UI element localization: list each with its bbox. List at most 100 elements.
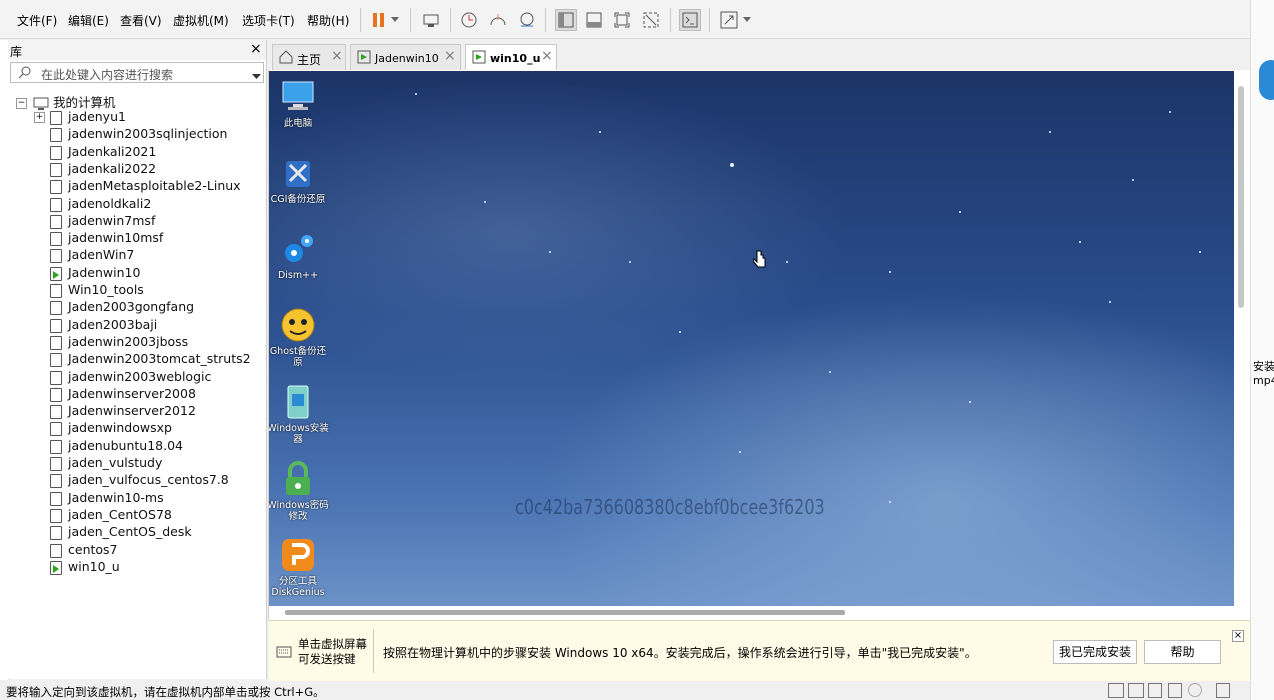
vm-icon <box>50 474 62 489</box>
vm-icon <box>50 162 62 177</box>
tree-item-label: jadenMetasploitable2-Linux <box>68 178 241 194</box>
tab-jadenwin10[interactable]: Jadenwin10 × <box>350 44 461 70</box>
manager-icon <box>520 12 534 27</box>
fullscreen-button[interactable] <box>611 9 633 31</box>
background-window-edge: 安装 mp4 <box>1250 0 1274 700</box>
vm-running-icon <box>357 50 371 67</box>
vm-icon <box>50 128 62 143</box>
status-bar: 要将输入定向到该虚拟机，请在虚拟机内部单击或按 Ctrl+G。 <box>0 681 1250 700</box>
menu-help[interactable]: 帮助(H) <box>307 12 349 29</box>
vm-icon <box>50 370 62 385</box>
revert-snapshot-button[interactable] <box>487 9 509 31</box>
vm-icon <box>50 180 62 195</box>
close-icon[interactable]: × <box>331 48 343 64</box>
snapshot-manager-button[interactable] <box>516 9 538 31</box>
tree-item-label: jadenwin2003sqlinjection <box>68 126 228 142</box>
file-label: 安装 <box>1253 360 1274 373</box>
computer-icon <box>33 97 49 110</box>
expand-icon[interactable]: + <box>34 112 45 123</box>
vm-icon <box>50 249 62 264</box>
library-panel: 库 × 在此处键入内容进行搜索 − 我的计算机 + jadenyu1 jadenwi… <box>8 40 267 679</box>
send-ctrl-alt-del-button[interactable] <box>420 9 442 31</box>
home-icon <box>279 50 293 67</box>
menu-file[interactable]: 文件(F) <box>17 12 57 29</box>
desktop-icon-diskgenius[interactable]: 分区工具DiskGenius <box>269 537 329 598</box>
menu-view[interactable]: 查看(V) <box>120 12 162 29</box>
close-icon[interactable]: × <box>250 41 262 57</box>
thumbnail-icon <box>586 12 602 28</box>
tab-label: Jadenwin10 <box>375 52 439 65</box>
tree-item-label: JadenWin7 <box>68 247 135 263</box>
horizontal-scrollbar[interactable] <box>285 610 845 615</box>
vm-icon <box>50 405 62 420</box>
tree-item-label: Jaden2003baji <box>68 316 158 332</box>
desktop-icon-label: CGI备份还原 <box>270 194 326 205</box>
lock-icon <box>280 461 316 497</box>
desktop-icon-dism[interactable]: Dism++ <box>269 231 329 281</box>
tree-item-label: win10_u <box>68 558 120 574</box>
desktop-icon-password[interactable]: Windows密码修改 <box>269 461 329 522</box>
cd-icon[interactable] <box>1188 683 1202 697</box>
pause-button[interactable] <box>368 9 390 31</box>
close-icon[interactable]: × <box>541 48 553 64</box>
library-search-input[interactable]: 在此处键入内容进行搜索 <box>10 62 264 83</box>
menu-edit[interactable]: 编辑(E) <box>68 12 109 29</box>
unity-button[interactable] <box>640 9 662 31</box>
tree-item-label: jaden_vulstudy <box>68 455 163 470</box>
tab-home[interactable]: 主页 × <box>272 44 346 70</box>
vm-icon <box>50 197 62 212</box>
pause-icon <box>373 13 384 27</box>
tab-label: win10_u <box>490 52 541 65</box>
desktop-icon-label: Windows密码修改 <box>269 500 329 522</box>
console-view-button[interactable] <box>679 9 701 31</box>
vm-icon <box>50 335 62 350</box>
guest-desktop[interactable]: 此电脑 CGI备份还原 Dism++ Ghost备份还原 Windows安装器 … <box>269 71 1234 606</box>
close-icon[interactable]: × <box>1232 630 1244 642</box>
vm-running-icon <box>472 50 486 67</box>
desktop-icon-label: 分区工具DiskGenius <box>271 576 325 598</box>
network-icon[interactable] <box>1128 683 1144 698</box>
desktop-icon-windows-installer[interactable]: Windows安装器 <box>269 384 329 445</box>
vm-icon <box>50 543 62 558</box>
tree-root[interactable]: − 我的计算机 <box>16 92 115 110</box>
tree-item-label: jadenwin2003jboss <box>68 333 189 349</box>
desktop-icon-computer[interactable]: 此电脑 <box>269 79 329 129</box>
tab-win10-u[interactable]: win10_u × <box>465 44 557 71</box>
usb-icon[interactable] <box>1168 683 1182 698</box>
chevron-down-icon[interactable] <box>740 9 754 31</box>
tree-item-label: jadenyu1 <box>68 109 126 124</box>
gears-icon <box>280 231 316 267</box>
menu-tabs[interactable]: 选项卡(T) <box>242 12 295 29</box>
hard-disk-icon[interactable] <box>1108 683 1124 698</box>
vm-running-icon <box>50 560 62 575</box>
computer-icon <box>280 79 316 115</box>
vm-icon <box>50 353 62 368</box>
vm-tree: − 我的计算机 + jadenyu1 jadenwin2003sqlinjectio… <box>8 87 266 679</box>
snapshot-button[interactable] <box>458 9 480 31</box>
close-icon[interactable]: × <box>444 48 456 64</box>
show-library-button[interactable] <box>555 9 577 31</box>
message-icon[interactable] <box>1216 683 1230 698</box>
help-button[interactable]: 帮助 <box>1144 640 1221 664</box>
chevron-down-icon[interactable] <box>252 69 261 83</box>
windows-installer-icon <box>280 384 316 420</box>
desktop-icon-cgi[interactable]: CGI备份还原 <box>269 155 329 205</box>
vm-icon <box>50 387 62 402</box>
sidebar-icon <box>558 12 574 28</box>
tools-icon <box>280 155 316 191</box>
vertical-scrollbar[interactable] <box>1238 86 1244 308</box>
chevron-down-icon[interactable] <box>388 9 402 31</box>
tree-item-label: jaden_CentOS_desk <box>68 524 192 540</box>
stretch-guest-button[interactable] <box>718 9 740 31</box>
vm-icon <box>50 214 62 229</box>
finish-install-button[interactable]: 我已完成安装 <box>1053 640 1137 664</box>
revert-icon <box>490 14 506 26</box>
desktop-icon-ghost[interactable]: Ghost备份还原 <box>269 307 329 368</box>
tree-item-label: jadenwindowsxp <box>68 420 172 436</box>
tree-item-label: jadenwin7msf <box>68 212 156 228</box>
vm-icon <box>50 508 62 523</box>
menu-vm[interactable]: 虚拟机(M) <box>173 12 229 29</box>
thumbnail-bar-button[interactable] <box>583 9 605 31</box>
sound-icon[interactable] <box>1148 683 1162 698</box>
vm-icon <box>50 439 62 454</box>
